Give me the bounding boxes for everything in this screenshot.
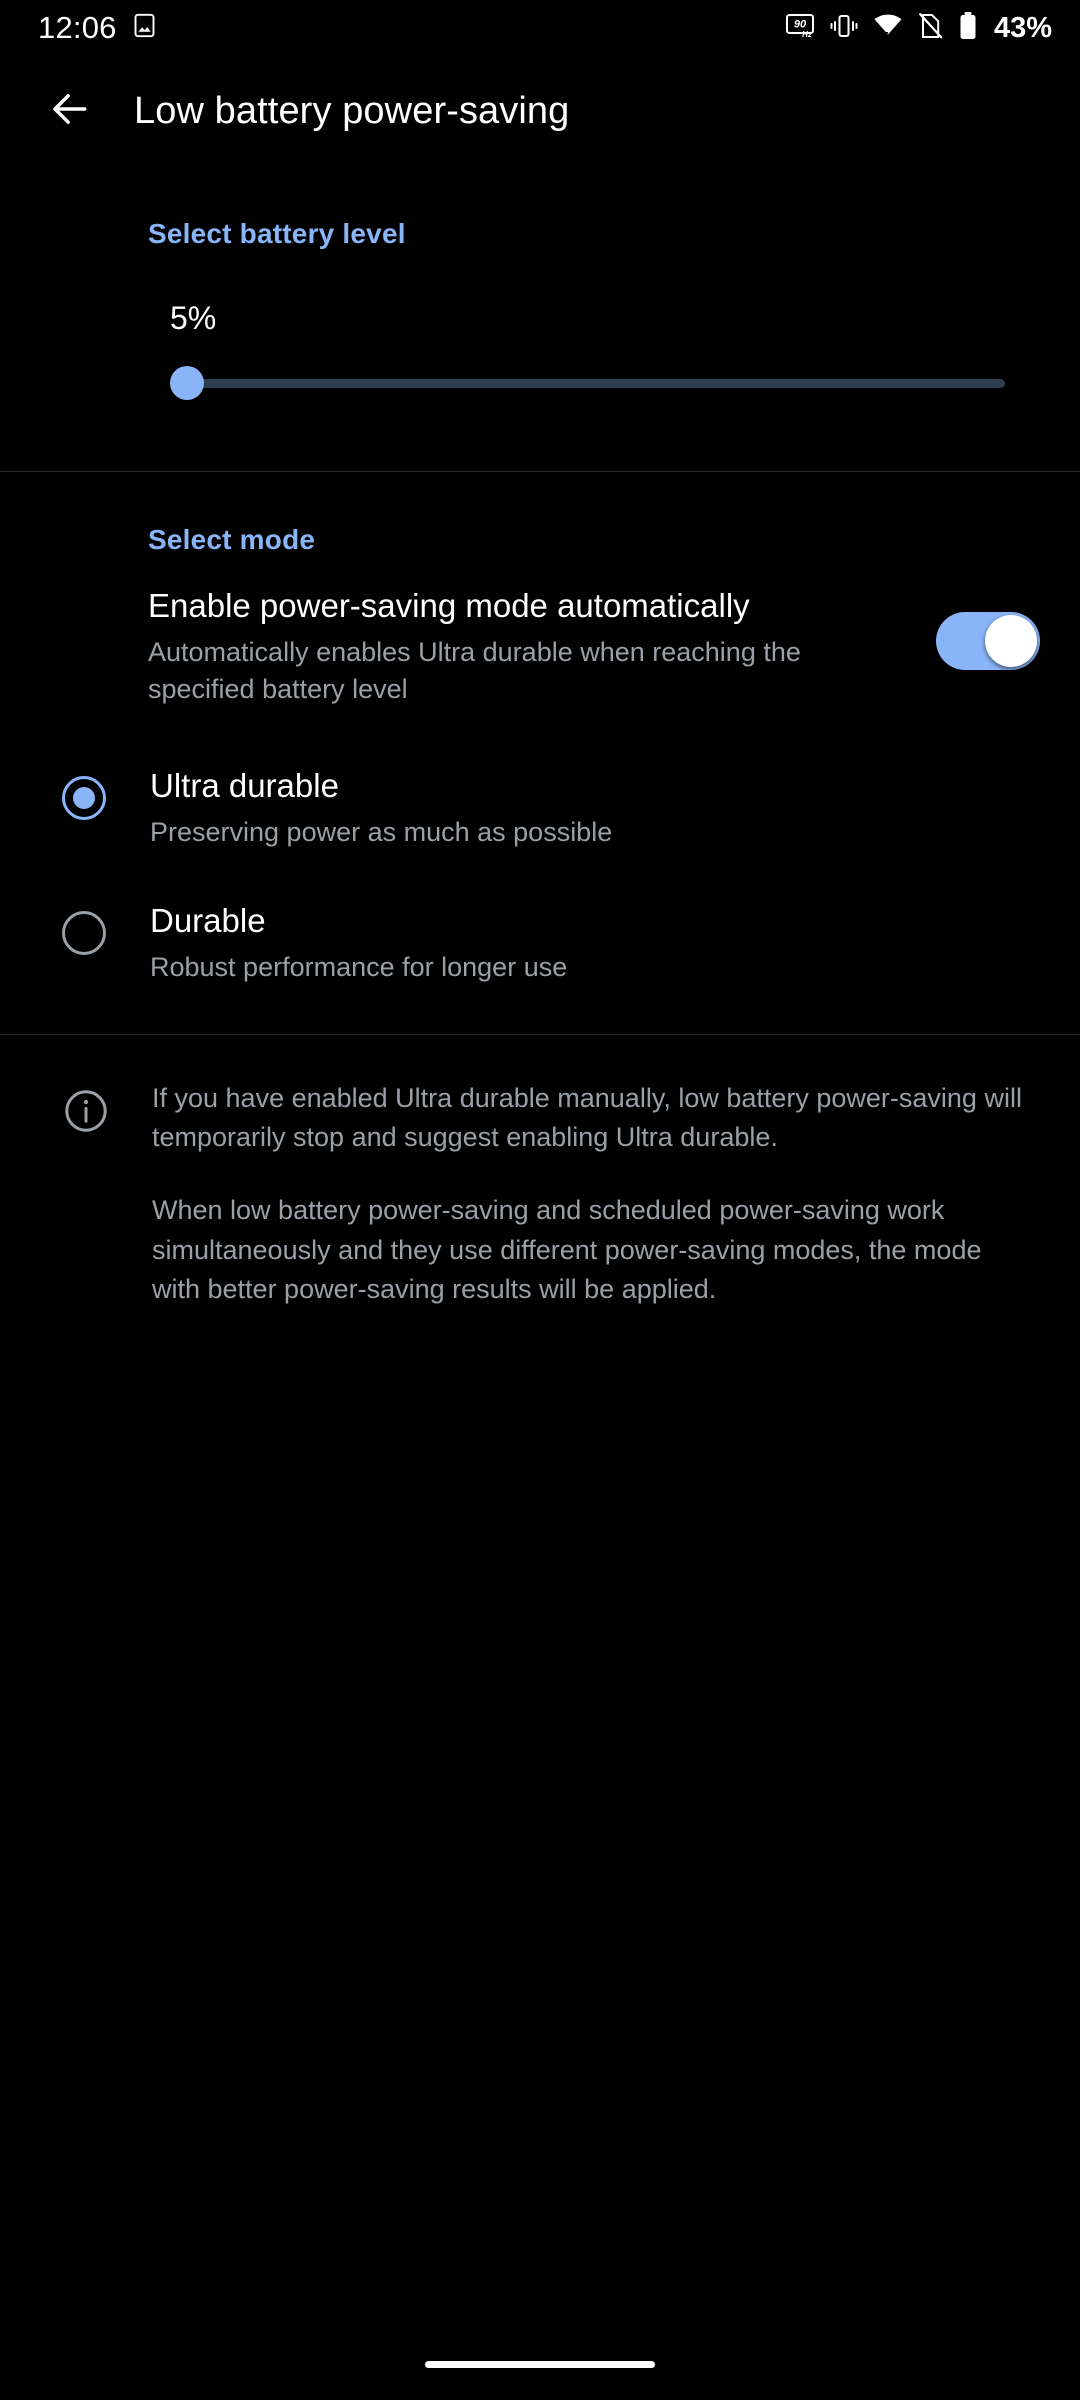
battery-level-section-header: Select battery level	[0, 166, 1080, 250]
mode-section: Select mode Enable power-saving mode aut…	[0, 472, 1080, 1034]
back-arrow-icon	[48, 87, 92, 136]
mode-section-header: Select mode	[0, 472, 1080, 556]
back-button[interactable]	[34, 75, 106, 147]
status-bar: 12:06 90 Hz	[0, 0, 1080, 56]
auto-enable-row[interactable]: Enable power-saving mode automatically A…	[0, 556, 1080, 742]
radio-ultra-durable[interactable]	[62, 776, 106, 820]
auto-enable-toggle[interactable]	[936, 612, 1040, 670]
ultra-durable-texts: Ultra durable Preserving power as much a…	[150, 766, 1040, 851]
home-gesture-pill[interactable]	[425, 2361, 655, 2368]
battery-level-slider[interactable]	[170, 351, 1005, 415]
auto-enable-texts: Enable power-saving mode automatically A…	[148, 586, 936, 708]
info-paragraphs: If you have enabled Ultra durable manual…	[152, 1079, 1034, 1310]
svg-text:90: 90	[794, 18, 807, 30]
refresh-rate-90hz-icon: 90 Hz	[785, 11, 815, 46]
battery-percent-label: 43%	[994, 12, 1052, 45]
battery-level-value: 5%	[0, 250, 1080, 337]
info-paragraph-1: If you have enabled Ultra durable manual…	[152, 1079, 1034, 1158]
info-paragraph-2: When low battery power-saving and schedu…	[152, 1191, 1034, 1309]
vibrate-icon	[829, 12, 859, 45]
auto-enable-subtitle: Automatically enables Ultra durable when…	[148, 634, 908, 707]
info-section: If you have enabled Ultra durable manual…	[0, 1035, 1080, 1310]
phone-screen: 12:06 90 Hz	[0, 0, 1080, 2400]
wifi-icon	[873, 12, 903, 45]
battery-level-section: Select battery level 5%	[0, 166, 1080, 471]
app-bar: Low battery power-saving	[0, 56, 1080, 166]
ultra-durable-subtitle: Preserving power as much as possible	[150, 814, 1040, 851]
ultra-durable-title: Ultra durable	[150, 766, 1040, 806]
durable-subtitle: Robust performance for longer use	[150, 949, 1040, 986]
durable-title: Durable	[150, 901, 1040, 941]
slider-track	[196, 379, 1005, 388]
page-title: Low battery power-saving	[134, 90, 569, 133]
status-bar-left: 12:06	[38, 10, 158, 46]
battery-icon	[958, 11, 978, 46]
status-clock: 12:06	[38, 10, 117, 46]
screenshot-icon	[131, 12, 158, 44]
mode-option-durable[interactable]: Durable Robust performance for longer us…	[0, 877, 1080, 1012]
svg-text:Hz: Hz	[802, 30, 812, 39]
navigation-bar	[0, 2328, 1080, 2400]
toggle-knob	[985, 615, 1037, 667]
durable-texts: Durable Robust performance for longer us…	[150, 901, 1040, 986]
radio-durable[interactable]	[62, 911, 106, 955]
info-icon	[62, 1087, 110, 1135]
mode-option-ultra-durable[interactable]: Ultra durable Preserving power as much a…	[0, 742, 1080, 877]
slider-thumb[interactable]	[170, 366, 204, 400]
no-sim-icon	[917, 12, 944, 45]
auto-enable-title: Enable power-saving mode automatically	[148, 586, 908, 626]
status-bar-right: 90 Hz	[785, 11, 1052, 46]
